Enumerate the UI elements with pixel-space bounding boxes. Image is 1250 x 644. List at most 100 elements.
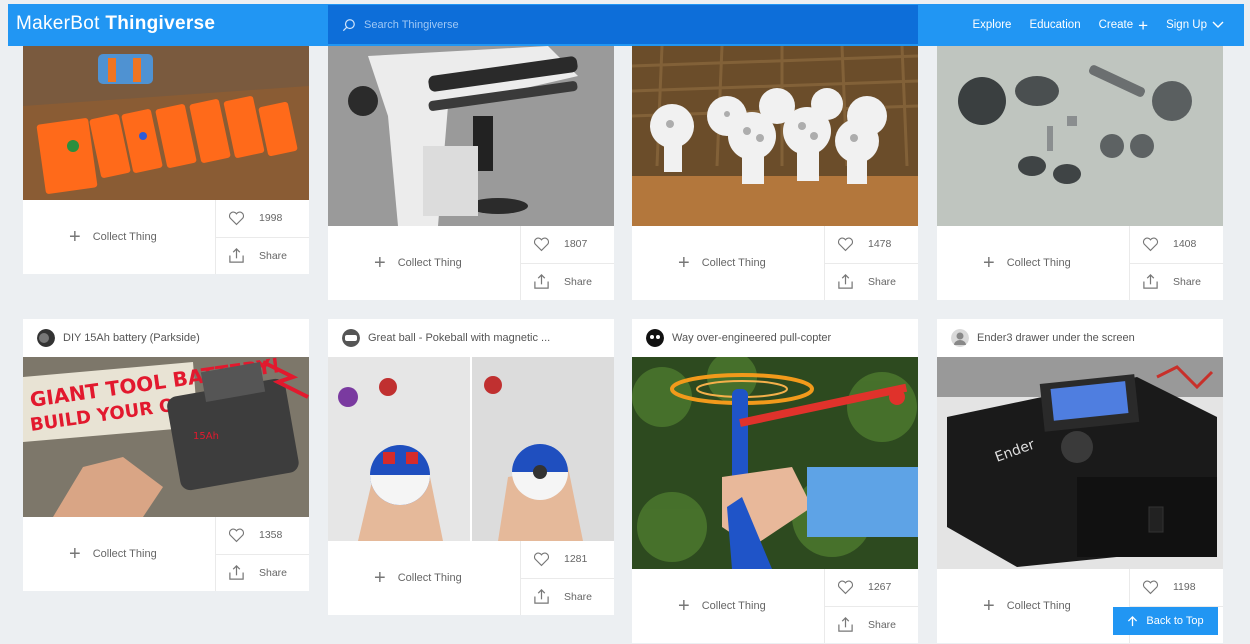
plus-icon: + <box>983 595 995 617</box>
like-count: 1998 <box>259 212 283 225</box>
plus-icon: + <box>1138 15 1149 35</box>
like-button[interactable]: 1281 <box>521 541 614 579</box>
arrow-up-icon <box>1128 615 1138 626</box>
back-to-top-button[interactable]: Back to Top <box>1113 607 1218 635</box>
collect-thing-button[interactable]: + Collect Thing <box>632 569 825 643</box>
like-button[interactable]: 1807 <box>521 226 614 264</box>
share-label: Share <box>1173 275 1202 288</box>
card-header[interactable]: DIY 15Ah battery (Parkside) <box>23 319 309 357</box>
collect-thing-button[interactable]: + Collect Thing <box>937 226 1130 300</box>
like-button[interactable]: 1198 <box>1130 569 1223 607</box>
collect-thing-button[interactable]: + Collect Thing <box>328 226 521 300</box>
collect-label: Collect Thing <box>92 548 157 560</box>
main-nav: Explore Education Create + Sign Up <box>972 4 1224 46</box>
thing-image[interactable] <box>632 357 918 569</box>
card-side-actions: 1267 Share <box>825 569 918 643</box>
heart-icon <box>838 580 853 594</box>
search-input[interactable] <box>364 18 864 31</box>
collect-thing-button[interactable]: + Collect Thing <box>23 200 216 274</box>
collect-thing-button[interactable]: + Collect Thing <box>23 517 216 591</box>
like-count: 1478 <box>868 238 892 251</box>
share-icon <box>534 274 549 289</box>
like-button[interactable]: 1267 <box>825 569 918 607</box>
like-button[interactable]: 1998 <box>216 200 309 238</box>
share-button[interactable]: Share <box>521 264 614 301</box>
thing-card: DIY 15Ah battery (Parkside) GIANT TOOL B… <box>23 319 309 591</box>
heart-icon <box>838 237 853 251</box>
share-button[interactable]: Share <box>825 264 918 301</box>
avatar <box>951 329 969 347</box>
card-side-actions: 1358 Share <box>216 517 309 591</box>
thing-image[interactable] <box>23 46 309 200</box>
card-side-actions: 1408 Share <box>1130 226 1223 300</box>
thing-card: Great ball - Pokeball with magnetic ... … <box>328 319 614 615</box>
like-button[interactable]: 1478 <box>825 226 918 264</box>
like-button[interactable]: 1408 <box>1130 226 1223 264</box>
card-side-actions: 1998 Share <box>216 200 309 274</box>
like-button[interactable]: 1358 <box>216 517 309 555</box>
share-label: Share <box>564 275 593 288</box>
share-icon <box>229 565 244 580</box>
card-actions: + Collect Thing 1281 Share <box>328 541 614 615</box>
heart-icon <box>1143 580 1158 594</box>
thing-card: + Collect Thing 1998 Share <box>23 46 309 274</box>
share-icon <box>838 274 853 289</box>
plus-icon: + <box>374 567 386 589</box>
nav-signup[interactable]: Sign Up <box>1166 19 1224 31</box>
share-label: Share <box>259 249 288 262</box>
share-button[interactable]: Share <box>521 579 614 616</box>
plus-icon: + <box>374 252 386 274</box>
thing-image[interactable] <box>328 357 614 541</box>
thing-image[interactable] <box>632 46 918 226</box>
nav-explore[interactable]: Explore <box>972 19 1011 31</box>
thing-title[interactable]: Great ball - Pokeball with magnetic ... <box>368 332 550 344</box>
plus-icon: + <box>678 595 690 617</box>
search-icon <box>342 18 355 31</box>
card-actions: + Collect Thing 1478 Share <box>632 226 918 300</box>
thing-image[interactable]: Ender <box>937 357 1223 569</box>
thing-title[interactable]: Ender3 drawer under the screen <box>977 332 1135 344</box>
collect-thing-button[interactable]: + Collect Thing <box>328 541 521 615</box>
thing-card: Way over-engineered pull-copter + Collect… <box>632 319 918 643</box>
top-navigation-bar: MakerBot Thingiverse Explore Education C… <box>8 4 1244 46</box>
nav-create[interactable]: Create + <box>1099 17 1148 34</box>
like-count: 1198 <box>1173 581 1196 594</box>
thing-title[interactable]: DIY 15Ah battery (Parkside) <box>63 332 200 344</box>
collect-label: Collect Thing <box>397 572 462 584</box>
thing-image[interactable] <box>328 46 614 226</box>
share-button[interactable]: Share <box>825 607 918 644</box>
share-label: Share <box>868 275 897 288</box>
chevron-down-icon <box>1212 21 1224 28</box>
card-actions: + Collect Thing 1267 Share <box>632 569 918 643</box>
collect-label: Collect Thing <box>1006 257 1071 269</box>
site-logo[interactable]: MakerBot Thingiverse <box>16 13 215 35</box>
card-header[interactable]: Great ball - Pokeball with magnetic ... <box>328 319 614 357</box>
avatar <box>342 329 360 347</box>
like-count: 1358 <box>259 529 283 542</box>
like-count: 1267 <box>868 581 892 594</box>
thing-title[interactable]: Way over-engineered pull-copter <box>672 332 831 344</box>
share-icon <box>838 617 853 632</box>
share-button[interactable]: Share <box>216 555 309 592</box>
collect-thing-button[interactable]: + Collect Thing <box>632 226 825 300</box>
card-header[interactable]: Way over-engineered pull-copter <box>632 319 918 357</box>
nav-education[interactable]: Education <box>1029 19 1080 31</box>
thing-card: + Collect Thing 1408 Share <box>937 46 1223 300</box>
share-button[interactable]: Share <box>216 238 309 275</box>
like-count: 1281 <box>564 553 588 566</box>
card-header[interactable]: Ender3 drawer under the screen <box>937 319 1223 357</box>
thing-image[interactable]: GIANT TOOL BATTERY! BUILD YOUR OWN! 15Ah <box>23 357 309 517</box>
thing-card: + Collect Thing 1478 Share <box>632 46 918 300</box>
card-actions: + Collect Thing 1408 Share <box>937 226 1223 300</box>
card-actions: + Collect Thing 1807 Share <box>328 226 614 300</box>
logo-thingiverse: Thingiverse <box>105 13 216 34</box>
collect-thing-button[interactable]: + Collect Thing <box>937 569 1130 643</box>
avatar <box>646 329 664 347</box>
share-button[interactable]: Share <box>1130 264 1223 301</box>
search-bar[interactable] <box>328 5 918 44</box>
back-to-top-label: Back to Top <box>1146 615 1204 627</box>
thing-image[interactable] <box>937 46 1223 226</box>
like-count: 1408 <box>1173 238 1197 251</box>
image-caption-3: 15Ah <box>193 431 219 442</box>
heart-icon <box>534 237 549 251</box>
